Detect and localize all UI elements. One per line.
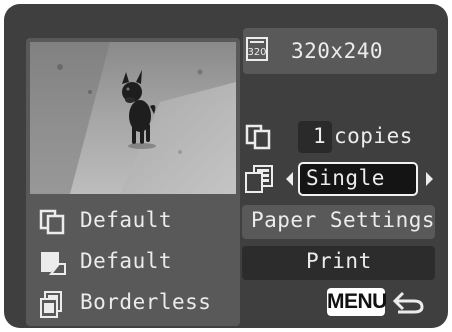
paper-size-value: Default — [80, 208, 173, 232]
layout-next-arrow-icon[interactable] — [425, 171, 435, 187]
print-button[interactable]: Print — [242, 246, 435, 280]
paper-settings-button[interactable]: Paper Settings — [242, 205, 435, 239]
copies-label: copies — [334, 124, 413, 148]
paper-type-value: Default — [80, 249, 173, 273]
photo-thumbnail — [30, 42, 236, 194]
paper-type-icon — [39, 250, 69, 276]
image-size-icon-label: 320 — [247, 47, 266, 58]
image-size-value: 320x240 — [291, 39, 384, 63]
print-settings-screen: 320 320x240 1 copies Single Paper Settin… — [4, 4, 448, 328]
layout-value: Single — [306, 166, 385, 190]
copies-count: 1 — [313, 124, 327, 148]
return-arrow-icon[interactable] — [392, 288, 426, 316]
borders-value: Borderless — [80, 290, 212, 314]
image-size-320-icon: 320 — [246, 37, 268, 61]
paper-settings-label: Paper Settings — [251, 208, 436, 232]
borders-icon — [39, 291, 69, 319]
layout-icon — [244, 164, 276, 194]
menu-button[interactable]: MENU — [327, 288, 387, 316]
copies-icon — [245, 124, 275, 150]
print-label: Print — [306, 249, 372, 273]
layout-prev-arrow-icon[interactable] — [284, 171, 294, 187]
paper-size-icon — [39, 209, 69, 235]
